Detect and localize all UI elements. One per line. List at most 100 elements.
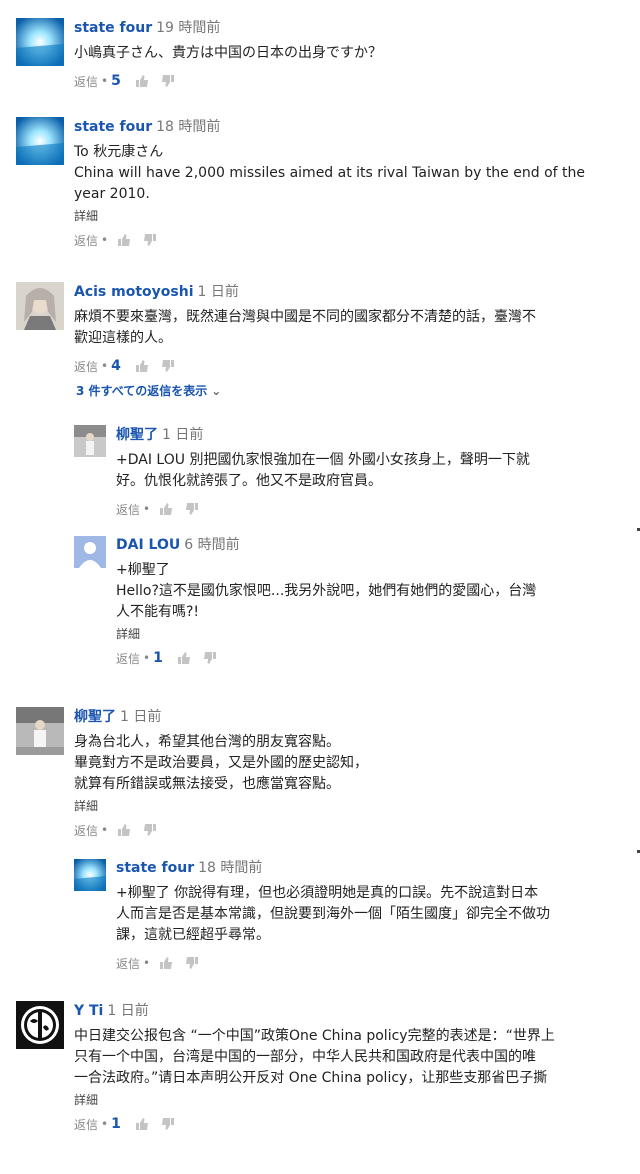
comment-line: 小嶋真子さん、貴方は中国の日本の出身ですか？: [74, 45, 382, 61]
reply-button[interactable]: 返信: [116, 955, 140, 972]
like-count: 5: [111, 73, 121, 89]
author-name[interactable]: 柳聖了: [74, 709, 116, 725]
like-count: 1: [111, 1116, 121, 1132]
thumbs-down-icon[interactable]: [143, 233, 157, 247]
thumbs-down-icon[interactable]: [161, 1117, 175, 1131]
comment-text: 小嶋真子さん、貴方は中国の日本の出身ですか？: [74, 43, 382, 64]
comment-actions: 返信 •: [74, 821, 368, 839]
comment-line: +DAI LOU 別把國仇家恨強加在一個 外國小女孩身上，聲明一下就: [116, 452, 530, 468]
reply-button[interactable]: 返信: [116, 501, 140, 518]
avatar[interactable]: [74, 536, 106, 568]
comment-actions: 返信 • 5: [74, 72, 382, 90]
separator-dot: •: [143, 651, 151, 665]
thumbs-up-icon[interactable]: [159, 502, 173, 516]
reply-button[interactable]: 返信: [74, 822, 98, 839]
thumbs-up-icon[interactable]: [135, 74, 149, 88]
comment-line: year 2010.: [74, 186, 150, 202]
comment-line: 人而言是否是基本常識，但說要到海外一個「陌生國度」卻完全不做功: [116, 906, 550, 922]
comment-actions: 返信 • 1: [116, 649, 536, 667]
timestamp[interactable]: 1 日前: [198, 284, 239, 300]
author-name[interactable]: 柳聖了: [116, 427, 158, 443]
view-all-replies-link[interactable]: 3 件すべての返信を表示 ⌄: [76, 382, 221, 399]
avatar[interactable]: [16, 1001, 64, 1049]
comment-line: 畢竟對方不是政治要員，又是外國的歷史認知，: [74, 755, 368, 771]
avatar[interactable]: [74, 859, 106, 891]
comment-line: 歡迎這樣的人。: [74, 330, 172, 346]
thumbs-down-icon[interactable]: [203, 651, 217, 665]
chevron-down-icon: ⌄: [211, 384, 222, 398]
reply-button[interactable]: 返信: [74, 1116, 98, 1133]
comment-line: 人不能有嗎?!: [116, 604, 200, 620]
comment-line: +柳聖了 你說得有理，但也必須證明她是真的口誤。先不說這對日本: [116, 885, 539, 901]
comment-line: 身為台北人，希望其他台灣的朋友寬容點。: [74, 734, 340, 750]
author-name[interactable]: Y Ti: [74, 1003, 103, 1019]
comment-text: To 秋元康さん China will have 2,000 missiles …: [74, 142, 585, 205]
comment-line: 一合法政府。”请日本声明公开反对 One China policy，让那些支那省…: [74, 1070, 548, 1086]
comment-actions: 返信 •: [116, 500, 530, 518]
view-replies-label: 3 件すべての返信を表示: [76, 384, 208, 398]
timestamp[interactable]: 18 時間前: [198, 860, 262, 876]
author-name[interactable]: state four: [116, 860, 194, 876]
comment-text: 中日建交公报包含 “一个中国”政策One China policy完整的表述是：…: [74, 1026, 555, 1089]
thumbs-up-icon[interactable]: [117, 233, 131, 247]
thumbs-up-icon[interactable]: [135, 359, 149, 373]
like-count: 4: [111, 358, 121, 374]
comment-line: 麻煩不要來臺灣，既然連台灣與中國是不同的國家都分不清楚的話，臺灣不: [74, 309, 536, 325]
comment-line: Hello?這不是國仇家恨吧...我另外說吧，她們有她們的愛國心，台灣: [116, 583, 537, 599]
comment-line: To 秋元康さん: [74, 144, 164, 160]
reply-button[interactable]: 返信: [74, 358, 98, 375]
read-more-link[interactable]: 詳細: [74, 207, 585, 225]
reply-button[interactable]: 返信: [116, 650, 140, 667]
comment-line: 課，這就已經超乎尋常。: [116, 927, 270, 943]
thumbs-down-icon[interactable]: [185, 956, 199, 970]
avatar[interactable]: [16, 707, 64, 755]
thumbs-down-icon[interactable]: [161, 74, 175, 88]
comment-line: 好。仇恨化就誇張了。他又不是政府官員。: [116, 473, 382, 489]
separator-dot: •: [101, 359, 109, 373]
comment-text: +DAI LOU 別把國仇家恨強加在一個 外國小女孩身上，聲明一下就 好。仇恨化…: [116, 450, 530, 492]
timestamp[interactable]: 18 時間前: [156, 119, 220, 135]
comment-line: +柳聖了: [116, 562, 170, 578]
comment-text: +柳聖了 Hello?這不是國仇家恨吧...我另外說吧，她們有她們的愛國心，台灣…: [116, 560, 536, 623]
avatar[interactable]: [16, 282, 64, 330]
timestamp[interactable]: 19 時間前: [156, 20, 220, 36]
avatar[interactable]: [16, 117, 64, 165]
thumbs-down-icon[interactable]: [161, 359, 175, 373]
timestamp[interactable]: 6 時間前: [184, 537, 239, 553]
thumbs-down-icon[interactable]: [185, 502, 199, 516]
separator-dot: •: [143, 502, 151, 516]
avatar[interactable]: [16, 18, 64, 66]
thumbs-up-icon[interactable]: [135, 1117, 149, 1131]
timestamp[interactable]: 1 日前: [162, 427, 203, 443]
author-name[interactable]: Acis motoyoshi: [74, 284, 194, 300]
thumbs-up-icon[interactable]: [117, 823, 131, 837]
timestamp[interactable]: 1 日前: [120, 709, 161, 725]
read-more-link[interactable]: 詳細: [116, 625, 536, 643]
timestamp[interactable]: 1 日前: [107, 1003, 148, 1019]
comment-actions: 返信 • 1: [74, 1115, 555, 1133]
author-name[interactable]: state four: [74, 119, 152, 135]
comment-text: 身為台北人，希望其他台灣的朋友寬容點。 畢竟對方不是政治要員，又是外國的歷史認知…: [74, 732, 368, 795]
thumbs-down-icon[interactable]: [143, 823, 157, 837]
author-name[interactable]: state four: [74, 20, 152, 36]
comment-line: 中日建交公报包含 “一个中国”政策One China policy完整的表述是：…: [74, 1028, 555, 1044]
like-count: 1: [153, 650, 163, 666]
thumbs-up-icon[interactable]: [159, 956, 173, 970]
comment-text: +柳聖了 你說得有理，但也必須證明她是真的口誤。先不說這對日本 人而言是否是基本…: [116, 883, 550, 946]
comment-actions: 返信 •: [116, 954, 550, 972]
separator-dot: •: [101, 233, 109, 247]
reply-button[interactable]: 返信: [74, 232, 98, 249]
reply-button[interactable]: 返信: [74, 73, 98, 90]
comment-actions: 返信 • 4: [74, 357, 536, 375]
separator-dot: •: [101, 823, 109, 837]
read-more-link[interactable]: 詳細: [74, 1091, 555, 1109]
read-more-link[interactable]: 詳細: [74, 797, 368, 815]
thumbs-up-icon[interactable]: [177, 651, 191, 665]
avatar[interactable]: [74, 425, 106, 457]
comment-text: 麻煩不要來臺灣，既然連台灣與中國是不同的國家都分不清楚的話，臺灣不 歡迎這樣的人…: [74, 307, 536, 349]
comment-line: 只有一个中国，台湾是中国的一部分，中华人民共和国政府是代表中国的唯: [74, 1049, 536, 1065]
separator-dot: •: [101, 1117, 109, 1131]
separator-dot: •: [143, 956, 151, 970]
comment-line: 就算有所錯誤或無法接受，也應當寬容點。: [74, 776, 340, 792]
author-name[interactable]: DAI LOU: [116, 537, 180, 553]
